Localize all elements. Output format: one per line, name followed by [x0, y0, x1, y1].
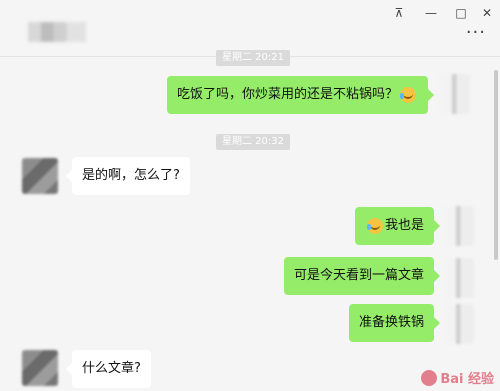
my-avatar[interactable] [444, 258, 474, 298]
message-text: 什么文章? [82, 361, 141, 376]
close-icon[interactable]: ✕ [478, 5, 496, 21]
message-bubble-sent[interactable]: 我也是 [354, 207, 441, 245]
message-text: 是的啊，怎么了? [82, 168, 180, 183]
contact-avatar[interactable] [22, 158, 58, 194]
watermark: Bai 经验 [421, 368, 494, 387]
message-bubble-sent[interactable]: 准备换铁锅 [348, 304, 441, 342]
contact-name-blurred [28, 22, 86, 42]
baidu-paw-icon [421, 370, 438, 386]
message-bubble-sent[interactable]: 可是今天看到一篇文章 [283, 257, 441, 295]
more-options-icon[interactable]: ··· [466, 24, 486, 42]
message-text: 准备换铁锅 [358, 315, 424, 330]
contact-avatar[interactable] [22, 350, 58, 386]
my-avatar[interactable] [444, 206, 474, 246]
laugh-cry-emoji-icon [400, 86, 416, 103]
timestamp: 星期二 20:32 [216, 134, 290, 150]
message-bubble-received[interactable]: 什么文章? [66, 350, 151, 388]
chat-header: ⊼ — □ ✕ ··· [0, 0, 500, 57]
scrollbar[interactable] [494, 70, 498, 260]
message-text: 吃饭了吗，你炒菜用的还是不粘锅吗？ [176, 87, 398, 102]
watermark-text: Bai 经验 [440, 372, 494, 387]
pin-icon[interactable]: ⊼ [390, 5, 408, 21]
message-text: 我也是 [384, 218, 424, 233]
message-bubble-sent[interactable]: 吃饭了吗，你炒菜用的还是不粘锅吗？ [166, 76, 435, 114]
my-avatar[interactable] [440, 74, 470, 114]
timestamp: 星期二 20:21 [216, 50, 290, 66]
message-bubble-received[interactable]: 是的啊，怎么了? [66, 157, 190, 195]
minimize-icon[interactable]: — [422, 5, 440, 21]
maximize-icon[interactable]: □ [452, 5, 470, 21]
my-avatar[interactable] [444, 304, 474, 344]
laugh-cry-emoji-icon [366, 217, 383, 234]
message-text: 可是今天看到一篇文章 [293, 268, 424, 283]
